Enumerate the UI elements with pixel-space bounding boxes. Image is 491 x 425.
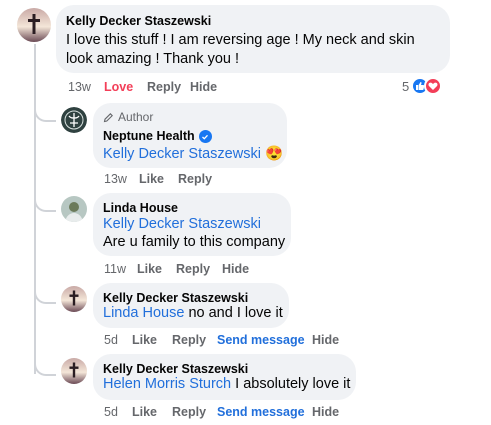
comment-actions: 5d Like Reply Send message Hide bbox=[104, 333, 339, 347]
comment-actions: 5d Like Reply Send message Hide bbox=[104, 405, 339, 419]
hide-button[interactable]: Hide bbox=[190, 80, 217, 94]
comment-bubble: Kelly Decker Staszewski Helen Morris Stu… bbox=[93, 354, 356, 400]
reply-button[interactable]: Reply bbox=[147, 80, 190, 94]
comment-body: I absolutely love it bbox=[231, 376, 351, 392]
comment-text: Kelly Decker Staszewski 😍 bbox=[103, 145, 283, 164]
reaction-count: 5 bbox=[402, 78, 410, 94]
thread-connector bbox=[34, 100, 56, 122]
like-button[interactable]: Like bbox=[137, 262, 176, 276]
comment-actions: 13w Love Reply Hide bbox=[68, 80, 217, 94]
comment-bubble: Kelly Decker Staszewski I love this stuf… bbox=[56, 5, 450, 73]
linda-avatar-icon bbox=[61, 196, 87, 222]
comment-actions: 13w Like Reply bbox=[104, 172, 212, 186]
verified-badge-icon bbox=[198, 130, 212, 144]
comment-author-name[interactable]: Neptune Health bbox=[103, 129, 195, 143]
comment-time[interactable]: 5d bbox=[104, 405, 132, 419]
comment-text: Helen Morris Sturch I absolutely love it bbox=[103, 375, 350, 394]
avatar[interactable] bbox=[17, 8, 51, 42]
comment-time[interactable]: 5d bbox=[104, 333, 132, 347]
hide-button[interactable]: Hide bbox=[312, 405, 339, 419]
comment-author[interactable]: Kelly Decker Staszewski bbox=[66, 14, 211, 28]
mention-link[interactable]: Helen Morris Sturch bbox=[103, 376, 231, 392]
hide-button[interactable]: Hide bbox=[312, 333, 339, 347]
comment-time[interactable]: 11w bbox=[104, 262, 137, 276]
thread-connector bbox=[34, 190, 56, 212]
comment-text: I love this stuff ! I am reversing age !… bbox=[66, 32, 415, 67]
comment-author: Neptune Health bbox=[103, 129, 212, 144]
thread-connector bbox=[34, 354, 56, 376]
send-message-button[interactable]: Send message bbox=[217, 405, 312, 419]
comment-author[interactable]: Kelly Decker Staszewski bbox=[103, 362, 248, 376]
comment-body: no and I love it bbox=[184, 305, 283, 321]
comment-text: Are u family to this company bbox=[103, 234, 286, 250]
comment-time[interactable]: 13w bbox=[104, 172, 139, 186]
reaction-summary[interactable]: 5 bbox=[402, 77, 443, 95]
neptune-logo-avatar-icon bbox=[61, 107, 87, 133]
avatar[interactable] bbox=[61, 358, 87, 384]
avatar[interactable] bbox=[61, 286, 87, 312]
author-badge-label: Author bbox=[118, 110, 154, 124]
thread-connector bbox=[34, 282, 56, 304]
like-button[interactable]: Like bbox=[132, 405, 172, 419]
send-message-button[interactable]: Send message bbox=[217, 333, 312, 347]
like-button[interactable]: Like bbox=[139, 172, 178, 186]
avatar[interactable] bbox=[61, 196, 87, 222]
comment-bubble: Author Neptune Health Kelly Decker Stasz… bbox=[93, 103, 287, 168]
comment-bubble: Kelly Decker Staszewski Linda House no a… bbox=[93, 283, 289, 328]
mention-link[interactable]: Kelly Decker Staszewski bbox=[103, 146, 261, 162]
cross-sunset-avatar-icon bbox=[17, 8, 51, 42]
hide-button[interactable]: Hide bbox=[222, 262, 249, 276]
author-badge: Author bbox=[103, 110, 153, 124]
comment-bubble: Linda House Kelly Decker Staszewski Are … bbox=[93, 193, 291, 256]
emoji: 😍 bbox=[264, 146, 284, 162]
avatar[interactable] bbox=[61, 107, 87, 133]
comment-author[interactable]: Kelly Decker Staszewski bbox=[103, 291, 248, 305]
reply-button[interactable]: Reply bbox=[172, 405, 217, 419]
mention-link[interactable]: Linda House bbox=[103, 305, 184, 321]
comment-actions: 11w Like Reply Hide bbox=[104, 262, 249, 276]
comment-author[interactable]: Linda House bbox=[103, 201, 178, 215]
like-button[interactable]: Like bbox=[132, 333, 172, 347]
love-button[interactable]: Love bbox=[104, 80, 147, 94]
pencil-icon bbox=[103, 112, 113, 122]
comment-time[interactable]: 13w bbox=[68, 80, 104, 94]
comment-text: Linda House no and I love it bbox=[103, 304, 283, 323]
love-reaction-icon bbox=[424, 77, 443, 95]
reply-button[interactable]: Reply bbox=[178, 172, 212, 186]
cross-sunset-avatar-icon bbox=[61, 358, 87, 384]
reply-button[interactable]: Reply bbox=[172, 333, 217, 347]
thread-line bbox=[34, 44, 36, 374]
mention-link[interactable]: Kelly Decker Staszewski bbox=[103, 215, 261, 234]
reply-button[interactable]: Reply bbox=[176, 262, 222, 276]
cross-sunset-avatar-icon bbox=[61, 286, 87, 312]
